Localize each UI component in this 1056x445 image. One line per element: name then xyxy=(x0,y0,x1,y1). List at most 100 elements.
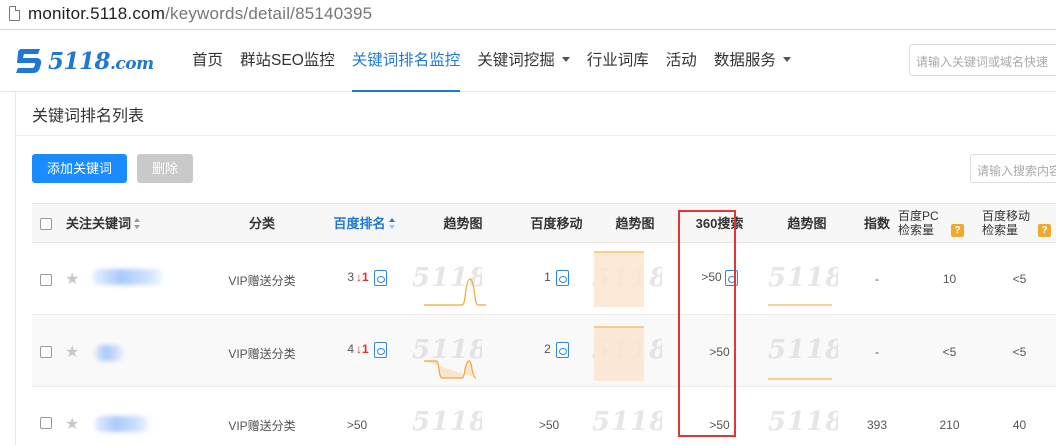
mobile-volume-cell: <5 xyxy=(1012,345,1027,359)
col-baidu-mobile-label: 百度移动 xyxy=(530,216,583,231)
nav-item-industry-lexicon[interactable]: 行业词库 xyxy=(587,30,649,92)
page-icon xyxy=(9,6,20,21)
col-mobile-volume[interactable]: 百度移动 检索量? xyxy=(982,204,1056,244)
site-logo[interactable]: 5118.com xyxy=(14,46,154,76)
col-keyword[interactable]: 关注关键词 xyxy=(66,204,166,244)
nav-item-label: 群站SEO监控 xyxy=(240,52,335,69)
col-baidu-rank-label: 百度排名 xyxy=(333,216,386,231)
mobile-volume-cell: <5 xyxy=(1012,272,1027,286)
rank-detail-icon[interactable] xyxy=(373,270,387,286)
baidu-mobile-cell: 2 xyxy=(514,342,599,358)
watermark-logo: 5118.com xyxy=(592,407,662,437)
col-trend-360: 趋势图 xyxy=(772,204,842,244)
watermark-logo: 5118.com xyxy=(768,263,838,293)
keyword-text-blurred[interactable] xyxy=(94,345,124,361)
baidu-rank-cell: 4 ↓1 xyxy=(327,342,407,358)
help-icon[interactable]: ? xyxy=(1038,224,1052,238)
index-cell: - xyxy=(875,345,879,359)
chevron-down-icon xyxy=(782,57,791,63)
col-pc-volume[interactable]: 百度PC 检索量? xyxy=(898,204,973,244)
nav-item-activities[interactable]: 活动 xyxy=(666,30,697,92)
table-header: 关注关键词 分类 百度排名 趋势图 百度移动 趋势图 360搜索 趋势图 指数 … xyxy=(32,203,1056,243)
logo-text-suffix: .com xyxy=(110,53,154,74)
rank-value: 4 xyxy=(347,342,354,357)
trend-chart-baidu[interactable] xyxy=(424,267,494,309)
row-checkbox[interactable] xyxy=(40,274,52,286)
help-icon[interactable]: ? xyxy=(951,224,965,238)
col-trend-label: 趋势图 xyxy=(615,216,655,231)
index-cell: - xyxy=(875,272,879,286)
rank-change-down: ↓1 xyxy=(356,342,369,357)
table-row: ★ VIP赠送分类 4↓1 5118.com 2 5118.com >50 51… xyxy=(32,315,1056,387)
nav-menu: 首页 群站SEO监控 关键词排名监控 关键词挖掘 行业词库 活动 数据服务 xyxy=(192,30,808,92)
nav-item-data-services[interactable]: 数据服务 xyxy=(714,30,791,92)
nav-item-keyword-rank-monitor[interactable]: 关键词排名监控 xyxy=(351,30,461,92)
col-pc-volume-label-1: 百度PC xyxy=(898,209,939,223)
divider xyxy=(16,135,1056,136)
url-text[interactable]: monitor.5118.com/keywords/detail/8514039… xyxy=(28,4,372,24)
sort-icon xyxy=(134,218,141,230)
star-icon[interactable]: ★ xyxy=(65,269,79,289)
col-trend-baidu: 趋势图 xyxy=(428,204,498,244)
col-baidu-mobile[interactable]: 百度移动 xyxy=(514,204,599,244)
nav-item-site-group-seo[interactable]: 群站SEO监控 xyxy=(240,30,335,92)
baidu-rank-cell: 3 ↓1 xyxy=(327,270,407,286)
add-keyword-button[interactable]: 添加关键词 xyxy=(32,154,127,183)
trend-chart-mobile[interactable] xyxy=(594,325,646,381)
page-title: 关键词排名列表 xyxy=(32,108,145,125)
row-checkbox[interactable] xyxy=(40,346,52,358)
chevron-down-icon xyxy=(561,57,570,63)
nav-item-home[interactable]: 首页 xyxy=(192,30,223,92)
pc-volume-cell: 210 xyxy=(939,418,960,432)
nav-item-label: 行业词库 xyxy=(586,52,649,69)
url-host: monitor.5118.com xyxy=(28,4,166,23)
pc-volume-cell: 10 xyxy=(942,272,957,286)
watermark-logo: 5118.com xyxy=(412,407,482,437)
table-row: ★ VIP赠送分类 3↓1 5118.com 1 5118.com >50 51… xyxy=(32,243,1056,315)
keyword-text-blurred[interactable] xyxy=(92,269,164,285)
category-cell: VIP赠送分类 xyxy=(228,347,296,361)
baidu-mobile-cell: >50 xyxy=(514,418,584,432)
nav-item-label: 关键词排名监控 xyxy=(351,52,461,69)
mobile-volume-cell: 40 xyxy=(1012,418,1027,432)
nav-item-label: 首页 xyxy=(192,52,224,69)
nav-item-label: 数据服务 xyxy=(713,52,776,69)
trend-chart-baidu[interactable] xyxy=(424,351,494,383)
address-bar[interactable]: monitor.5118.com/keywords/detail/8514039… xyxy=(0,0,1056,30)
col-category-label: 分类 xyxy=(248,216,275,231)
nav-item-label: 活动 xyxy=(665,52,697,69)
sort-icon xyxy=(388,218,396,230)
trend-chart-360[interactable] xyxy=(768,377,834,381)
select-all-checkbox[interactable] xyxy=(40,218,52,230)
col-category: 分类 xyxy=(227,204,297,244)
nav-item-keyword-mining[interactable]: 关键词挖掘 xyxy=(477,30,570,92)
rank-value: 3 xyxy=(347,270,354,285)
mobile-detail-icon[interactable] xyxy=(555,270,569,286)
pc-volume-cell: <5 xyxy=(942,345,957,359)
col-trend-mobile: 趋势图 xyxy=(600,204,670,244)
col-baidu-rank[interactable]: 百度排名 xyxy=(322,204,407,244)
trend-chart-360[interactable] xyxy=(768,303,834,307)
rank-value: >50 xyxy=(346,418,368,432)
watermark-logo: 5118.com xyxy=(768,335,838,365)
watermark-logo: 5118.com xyxy=(768,407,838,437)
nav-item-label: 关键词挖掘 xyxy=(477,52,555,69)
baidu-rank-cell: >50 xyxy=(337,418,377,432)
logo-text: 5118.com xyxy=(48,48,154,75)
rank-detail-icon[interactable] xyxy=(373,342,387,358)
star-icon[interactable]: ★ xyxy=(65,342,79,362)
trend-chart-mobile[interactable] xyxy=(594,249,646,307)
nav-search-input[interactable]: 请输入关键词或域名快速 xyxy=(909,44,1056,76)
keyword-text-blurred[interactable] xyxy=(94,416,150,432)
col-trend-label: 趋势图 xyxy=(443,216,483,231)
delete-button[interactable]: 删除 xyxy=(137,154,193,183)
col-mobile-volume-label-2: 检索量 xyxy=(982,223,1019,237)
category-cell: VIP赠送分类 xyxy=(228,274,296,288)
table-search-input[interactable]: 请输入搜索内容 xyxy=(970,154,1056,183)
baidu-mobile-cell: 1 xyxy=(514,270,599,286)
logo-text-main: 5118 xyxy=(48,47,111,75)
mobile-detail-icon[interactable] xyxy=(555,342,569,358)
row-checkbox[interactable] xyxy=(40,417,52,429)
star-icon[interactable]: ★ xyxy=(65,414,79,434)
col-pc-volume-label-2: 检索量 xyxy=(898,223,935,237)
